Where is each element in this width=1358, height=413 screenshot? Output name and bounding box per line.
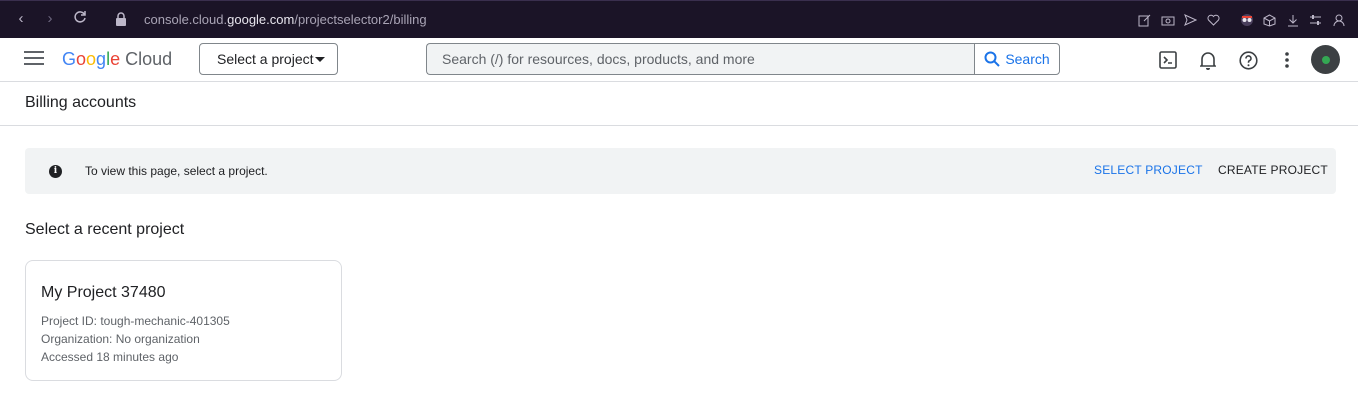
page-title-bar: Billing accounts [0, 82, 1358, 126]
lock-icon [116, 12, 126, 26]
send-icon[interactable] [1179, 10, 1202, 30]
recent-projects-heading: Select a recent project [25, 221, 185, 238]
back-icon[interactable]: ‹ [12, 10, 30, 28]
edit-icon[interactable] [1133, 10, 1156, 30]
select-project-banner: i To view this page, select a project. S… [25, 148, 1336, 194]
extension-avatar-icon[interactable] [1235, 10, 1258, 30]
search-box[interactable] [426, 43, 975, 75]
google-cloud-logo[interactable]: Google Cloud [62, 49, 172, 70]
info-icon: i [49, 165, 62, 178]
main-menu-icon[interactable] [24, 51, 44, 69]
cloud-shell-icon[interactable] [1157, 49, 1179, 71]
caret-down-icon [315, 57, 325, 62]
download-icon[interactable] [1281, 10, 1304, 30]
app-header: Google Cloud Select a project Search [0, 38, 1358, 82]
browser-extensions [1133, 10, 1350, 30]
address-bar[interactable]: console.cloud.google.com/projectselector… [144, 12, 427, 27]
forward-icon[interactable]: › [41, 10, 59, 28]
search-icon [984, 51, 1001, 67]
project-organization: Organization: No organization [41, 332, 200, 346]
account-avatar[interactable] [1311, 45, 1340, 74]
browser-toolbar: ‹ › console.cloud.google.com/projectsele… [0, 0, 1358, 38]
search-input[interactable] [427, 44, 975, 74]
profile-icon[interactable] [1327, 10, 1350, 30]
page-title: Billing accounts [25, 94, 137, 111]
project-name: My Project 37480 [41, 284, 166, 301]
help-icon[interactable] [1237, 49, 1259, 71]
project-accessed-time: Accessed 18 minutes ago [41, 350, 179, 364]
cube-icon[interactable] [1258, 10, 1281, 30]
banner-message: To view this page, select a project. [85, 164, 268, 178]
project-picker-label: Select a project [217, 51, 314, 67]
more-options-icon[interactable] [1276, 49, 1298, 71]
project-picker-button[interactable]: Select a project [199, 43, 338, 75]
select-project-button[interactable]: SELECT PROJECT [1094, 163, 1203, 177]
heart-icon[interactable] [1202, 10, 1225, 30]
search-button[interactable]: Search [974, 43, 1060, 75]
camera-icon[interactable] [1156, 10, 1179, 30]
search-button-label: Search [1005, 51, 1050, 67]
recent-project-card[interactable]: My Project 37480 Project ID: tough-mecha… [25, 260, 342, 381]
sliders-icon[interactable] [1304, 10, 1327, 30]
project-id: Project ID: tough-mechanic-401305 [41, 314, 230, 328]
notifications-bell-icon[interactable] [1197, 49, 1219, 71]
create-project-button[interactable]: CREATE PROJECT [1218, 163, 1328, 177]
reload-icon[interactable] [71, 10, 89, 28]
